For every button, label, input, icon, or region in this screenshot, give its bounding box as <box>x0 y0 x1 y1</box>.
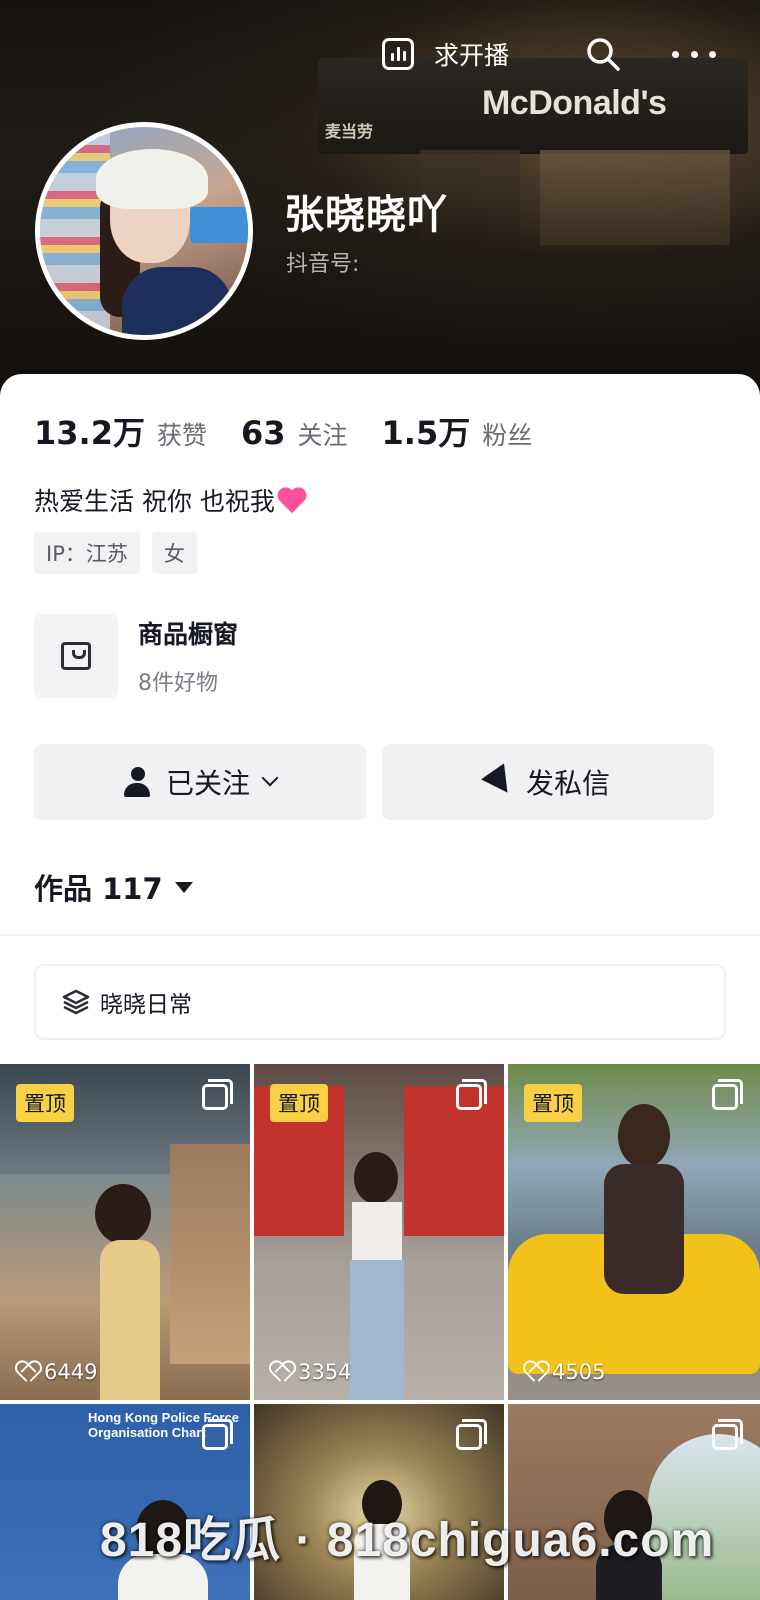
thumb-person <box>618 1104 670 1168</box>
multi-image-icon <box>456 1079 487 1110</box>
bar-chart-icon <box>382 38 414 70</box>
ip-location-tag: IP：江苏 <box>34 532 140 574</box>
stat-label: 粉丝 <box>482 421 533 450</box>
layers-icon-svg <box>62 989 90 1015</box>
cover-store-name-cn: 麦当劳 <box>325 122 374 141</box>
multi-image-icon <box>202 1419 233 1450</box>
divider <box>0 934 760 936</box>
thumb-person <box>350 1260 404 1400</box>
heart-icon <box>277 486 307 514</box>
video-thumbnail[interactable]: 置顶 3354 <box>254 1064 504 1400</box>
cover-storefront <box>540 150 730 245</box>
thumb-door-right <box>404 1086 504 1236</box>
like-count-value: 4505 <box>552 1360 606 1384</box>
thumb-person <box>604 1164 684 1294</box>
profile-cover: McDonald's 麦当劳 求开播 张晓晓吖 抖音号: <box>0 0 760 400</box>
like-count: 3354 <box>270 1360 351 1384</box>
works-label: 作品 117 <box>34 872 163 906</box>
heart-outline-icon <box>270 1362 292 1382</box>
cover-store-name: McDonald's <box>482 84 667 122</box>
like-count: 4505 <box>524 1360 605 1384</box>
showcase-count: 8件好物 <box>138 671 218 696</box>
multi-image-icon <box>712 1079 743 1110</box>
more-dot <box>690 50 698 58</box>
profile-stats: 13.2万 获赞 63 关注 1.5万 粉丝 <box>34 408 566 454</box>
request-live-label: 求开播 <box>434 41 510 70</box>
pinned-badge: 置顶 <box>270 1084 328 1122</box>
multi-image-icon <box>712 1419 743 1450</box>
stat-value: 1.5万 <box>381 414 471 452</box>
thumb-wall <box>170 1144 250 1364</box>
heart-outline-icon <box>524 1362 546 1382</box>
multi-image-icon <box>202 1079 233 1110</box>
works-tab[interactable]: 作品 117 <box>34 866 193 908</box>
search-icon <box>587 38 620 71</box>
top-bar: 求开播 <box>0 30 760 78</box>
video-thumbnail[interactable]: 置顶 6449 <box>0 1064 250 1400</box>
avatar-body <box>122 267 232 335</box>
bag-shape <box>61 642 91 670</box>
stat-value: 63 <box>240 414 286 452</box>
thumb-person <box>95 1184 151 1244</box>
person-check-icon <box>123 767 154 797</box>
collection-label: 晓晓日常 <box>100 992 192 1018</box>
layers-icon <box>62 989 90 1015</box>
more-dot <box>709 50 716 58</box>
send-message-button[interactable]: 发私信 <box>382 744 714 820</box>
video-thumbnail[interactable]: 置顶 4505 <box>508 1064 760 1400</box>
gender-tag: 女 <box>151 532 197 574</box>
following-button[interactable]: 已关注 <box>34 744 366 820</box>
action-buttons: 已关注 发私信 <box>34 744 714 820</box>
like-count-value: 6449 <box>44 1360 98 1384</box>
showcase-text: 商品橱窗 8件好物 <box>138 615 238 697</box>
stat-likes[interactable]: 13.2万 获赞 <box>34 408 207 454</box>
shopping-bag-icon <box>34 614 118 698</box>
search-button[interactable] <box>585 36 621 72</box>
stat-following[interactable]: 63 关注 <box>241 414 348 452</box>
request-live-button[interactable]: 求开播 <box>382 36 509 72</box>
send-message-label: 发私信 <box>525 767 610 800</box>
site-watermark: 818吃瓜 · 818chigua6.com <box>100 1514 715 1567</box>
showcase-title: 商品橱窗 <box>138 620 239 649</box>
stat-label: 关注 <box>297 421 348 450</box>
thumb-person <box>354 1152 398 1204</box>
thumb-person <box>100 1240 160 1400</box>
heart-outline-icon <box>16 1362 38 1382</box>
avatar-hat <box>96 149 208 209</box>
stat-followers[interactable]: 1.5万 粉丝 <box>382 408 533 454</box>
pinned-badge: 置顶 <box>524 1084 582 1122</box>
douyin-id[interactable]: 抖音号: <box>286 246 359 278</box>
like-count: 6449 <box>16 1360 97 1384</box>
bio-text: 热爱生活 祝你 也祝我 <box>34 487 275 516</box>
profile-bio: 热爱生活 祝你 也祝我 <box>34 482 307 518</box>
collection-entry[interactable]: 晓晓日常 <box>34 964 726 1040</box>
multi-image-icon <box>456 1419 487 1450</box>
stat-label: 获赞 <box>156 421 207 450</box>
product-showcase[interactable]: 商品橱窗 8件好物 <box>34 614 238 698</box>
like-count-value: 3354 <box>298 1360 352 1384</box>
send-icon <box>481 763 519 801</box>
following-label: 已关注 <box>165 767 250 800</box>
more-dots-icon <box>672 50 679 58</box>
thumb-person <box>352 1202 402 1262</box>
stat-value: 13.2万 <box>34 414 145 452</box>
profile-nickname: 张晓晓吖 <box>284 192 448 238</box>
chevron-down-icon <box>261 769 279 787</box>
more-options-button[interactable] <box>672 36 716 72</box>
triangle-down-icon <box>174 881 193 893</box>
avatar[interactable] <box>35 122 253 340</box>
pinned-badge: 置顶 <box>16 1084 74 1122</box>
avatar-sign <box>190 207 248 243</box>
profile-tags: IP：江苏 女 <box>34 532 209 574</box>
